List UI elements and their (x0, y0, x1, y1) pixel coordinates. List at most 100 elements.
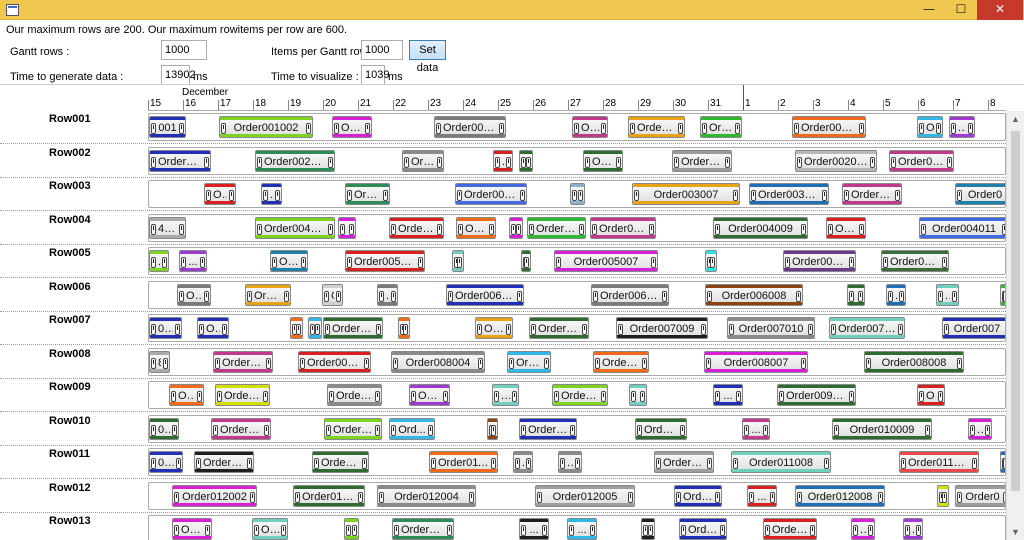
gantt-item[interactable]: Order007009 (616, 317, 708, 339)
gantt-item[interactable]: Order... (635, 417, 687, 440)
drag-handle-right-icon[interactable] (870, 156, 875, 168)
drag-handle-left-icon[interactable] (729, 324, 734, 335)
drag-handle-left-icon[interactable] (174, 491, 179, 503)
drag-handle-left-icon[interactable] (891, 156, 896, 168)
gantt-item[interactable]: Order011... (194, 451, 254, 473)
drag-handle-right-icon[interactable] (968, 123, 973, 134)
gantt-item[interactable]: ... (747, 484, 777, 507)
gantt-item[interactable]: Order007011 (829, 317, 905, 339)
drag-handle-left-icon[interactable] (531, 324, 536, 335)
gantt-item[interactable]: ... (641, 518, 655, 540)
drag-handle-left-icon[interactable] (618, 324, 623, 335)
drag-handle-right-icon[interactable] (491, 424, 496, 436)
drag-handle-left-icon[interactable] (221, 123, 226, 134)
gantt-item[interactable]: ... (149, 250, 169, 272)
gantt-item[interactable]: ... (398, 317, 410, 339)
gantt-item[interactable]: Order011009 (899, 451, 979, 473)
drag-handle-right-icon[interactable] (628, 491, 633, 503)
drag-handle-left-icon[interactable] (765, 525, 770, 536)
gantt-item[interactable]: Order002002 (149, 149, 211, 172)
gantt-item[interactable]: ... (570, 183, 585, 205)
drag-handle-left-icon[interactable] (797, 156, 802, 168)
drag-handle-right-icon[interactable] (247, 458, 252, 469)
gantt-item[interactable]: Order012004 (377, 484, 476, 507)
drag-handle-left-icon[interactable] (295, 491, 300, 503)
drag-handle-right-icon[interactable] (725, 156, 730, 168)
drag-handle-right-icon[interactable] (801, 357, 806, 369)
gantt-item[interactable]: Orde... (245, 283, 291, 306)
drag-handle-right-icon[interactable] (204, 290, 209, 302)
drag-handle-left-icon[interactable] (213, 424, 218, 436)
gantt-item[interactable]: ... (886, 283, 906, 306)
drag-handle-right-icon[interactable] (375, 424, 380, 436)
drag-handle-right-icon[interactable] (808, 324, 813, 335)
gantt-item[interactable]: ... (713, 384, 743, 406)
gantt-item[interactable]: Order0040... (389, 216, 444, 239)
drag-handle-left-icon[interactable] (391, 223, 396, 235)
gantt-item[interactable]: Order0... (327, 384, 382, 406)
drag-handle-right-icon[interactable] (858, 290, 863, 302)
drag-handle-right-icon[interactable] (715, 491, 720, 503)
gantt-item[interactable]: ... (949, 116, 975, 138)
drag-handle-left-icon[interactable] (554, 391, 559, 402)
scrollbar-thumb[interactable] (1011, 131, 1020, 491)
drag-handle-left-icon[interactable] (595, 357, 600, 369)
drag-handle-left-icon[interactable] (572, 190, 577, 201)
drag-handle-right-icon[interactable] (281, 525, 286, 536)
gantt-item[interactable]: ... (261, 183, 282, 205)
drag-handle-left-icon[interactable] (272, 257, 277, 268)
gantt-item[interactable]: Order01... (312, 451, 369, 473)
drag-handle-left-icon[interactable] (171, 391, 176, 402)
drag-handle-left-icon[interactable] (905, 525, 910, 536)
drag-handle-left-icon[interactable] (849, 290, 854, 302)
drag-handle-right-icon[interactable] (315, 324, 320, 335)
drag-handle-left-icon[interactable] (674, 156, 679, 168)
drag-handle-right-icon[interactable] (801, 223, 806, 235)
drag-handle-left-icon[interactable] (181, 257, 186, 268)
gantt-item[interactable]: O... (204, 183, 236, 205)
drag-handle-left-icon[interactable] (404, 156, 409, 168)
drag-handle-left-icon[interactable] (151, 223, 156, 235)
drag-handle-right-icon[interactable] (575, 458, 580, 469)
drag-handle-left-icon[interactable] (196, 458, 201, 469)
drag-handle-right-icon[interactable] (443, 391, 448, 402)
drag-handle-right-icon[interactable] (947, 156, 952, 168)
drag-handle-left-icon[interactable] (263, 190, 268, 201)
gantt-item[interactable]: Order012003 (293, 484, 365, 507)
gantt-item[interactable]: Order008003 (298, 350, 371, 373)
drag-handle-right-icon[interactable] (526, 458, 531, 469)
drag-handle-left-icon[interactable] (901, 458, 906, 469)
gantt-item[interactable]: Order012002 (172, 484, 257, 507)
gantt-item[interactable]: Order006008 (705, 283, 803, 306)
drag-handle-left-icon[interactable] (477, 324, 482, 335)
drag-handle-left-icon[interactable] (509, 357, 514, 369)
drag-handle-right-icon[interactable] (701, 324, 706, 335)
drag-handle-right-icon[interactable] (376, 324, 381, 335)
drag-handle-right-icon[interactable] (570, 424, 575, 436)
gantt-item[interactable]: Order001002 (219, 116, 313, 138)
drag-handle-right-icon[interactable] (284, 290, 289, 302)
drag-handle-left-icon[interactable] (556, 257, 561, 268)
drag-handle-right-icon[interactable] (736, 391, 741, 402)
drag-handle-right-icon[interactable] (957, 357, 962, 369)
drag-handle-left-icon[interactable] (944, 324, 949, 335)
drag-handle-left-icon[interactable] (919, 123, 924, 134)
drag-handle-right-icon[interactable] (770, 491, 775, 503)
gantt-item[interactable]: Order001008 (792, 116, 866, 138)
drag-handle-right-icon[interactable] (506, 156, 511, 168)
drag-handle-left-icon[interactable] (495, 156, 500, 168)
drag-handle-right-icon[interactable] (648, 525, 653, 536)
gantt-item[interactable]: Ord... (389, 417, 435, 440)
gantt-item[interactable]: ... (377, 283, 398, 306)
gantt-item[interactable]: Order005009 (783, 250, 856, 272)
gantt-item[interactable]: 001 (149, 417, 179, 440)
drag-handle-left-icon[interactable] (706, 357, 711, 369)
drag-handle-left-icon[interactable] (379, 290, 384, 302)
drag-handle-left-icon[interactable] (779, 391, 784, 402)
gantt-item[interactable]: Order006007 (591, 283, 669, 306)
drag-handle-left-icon[interactable] (834, 424, 839, 436)
drag-handle-left-icon[interactable] (329, 391, 334, 402)
drag-handle-left-icon[interactable] (340, 223, 345, 235)
drag-handle-left-icon[interactable] (217, 391, 222, 402)
drag-handle-right-icon[interactable] (469, 491, 474, 503)
